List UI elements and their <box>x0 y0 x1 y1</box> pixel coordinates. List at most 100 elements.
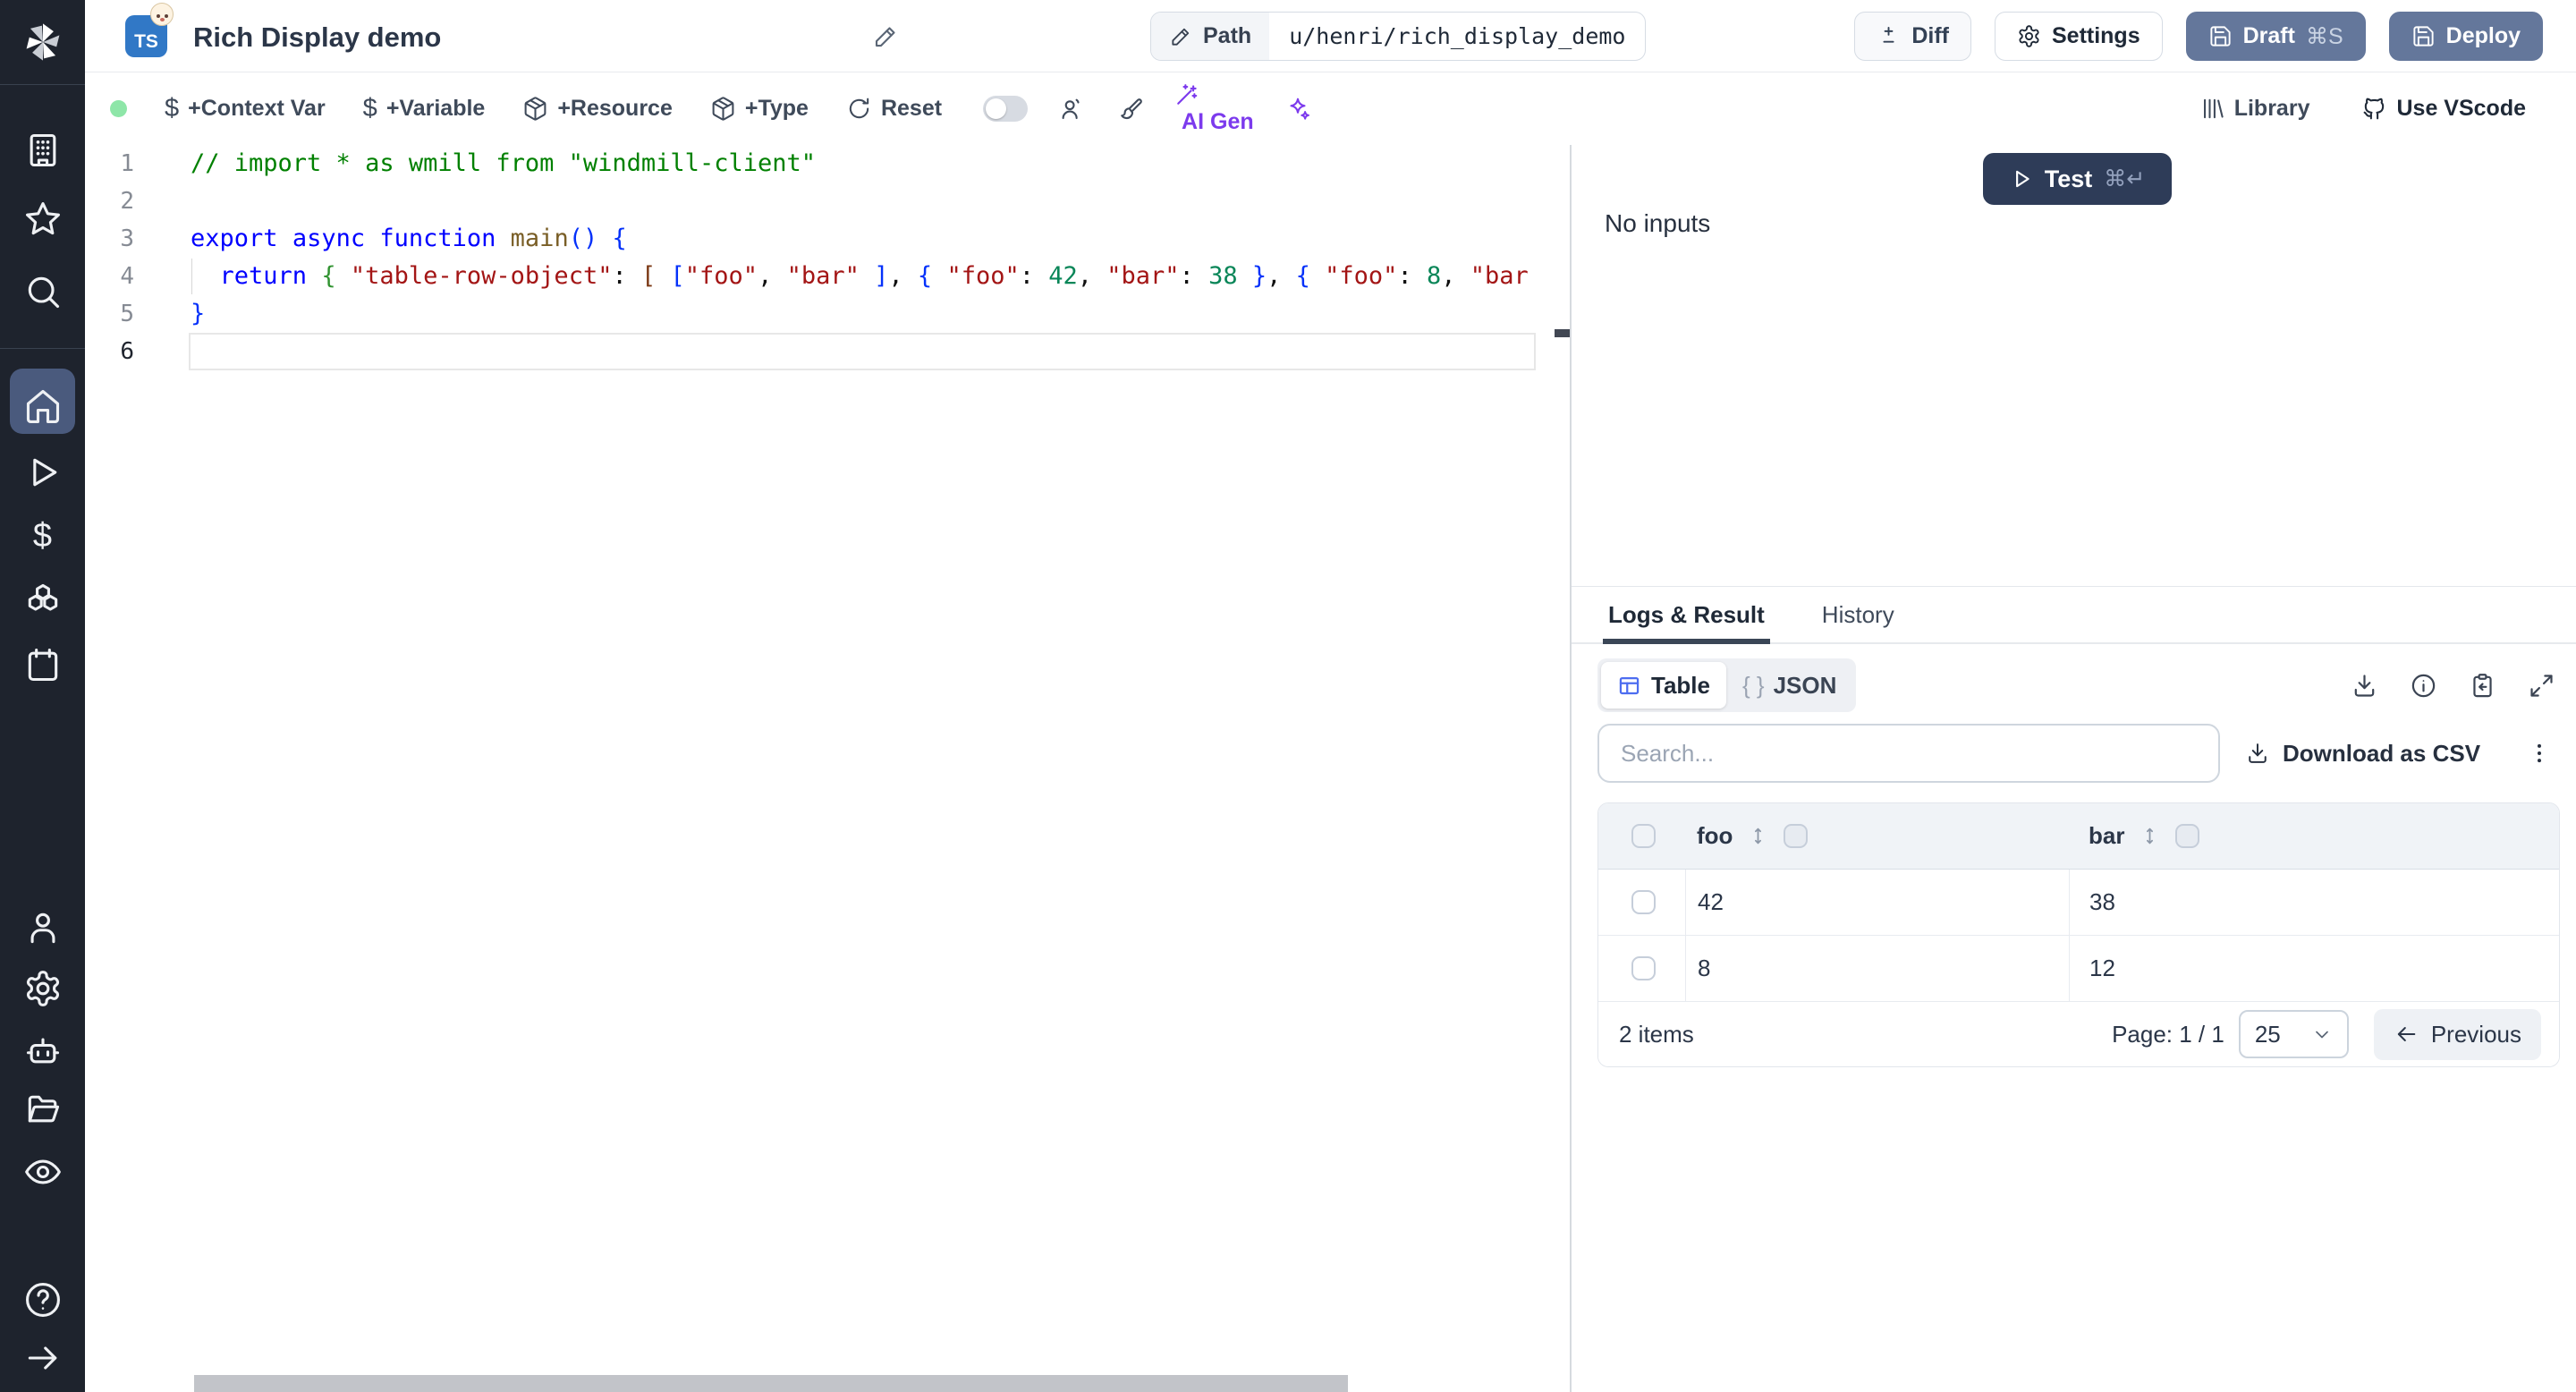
dollar-icon: $ <box>165 94 179 123</box>
context-var-label: +Context Var <box>188 96 326 122</box>
sidebar-item-home[interactable] <box>0 381 85 431</box>
kebab-icon <box>2526 740 2553 767</box>
tab-history[interactable]: History <box>1822 587 1894 642</box>
table-row[interactable]: 42 38 <box>1598 870 2559 936</box>
horizontal-scrollbar[interactable] <box>194 1375 1348 1392</box>
path-widget[interactable]: Path u/henri/rich_display_demo <box>1150 12 1646 61</box>
sidebar-item-audit-logs[interactable] <box>0 1147 85 1197</box>
dollar-icon: $ <box>363 94 377 123</box>
view-table-button[interactable]: Table <box>1601 662 1726 709</box>
diff-mode-toggle[interactable] <box>983 96 1028 122</box>
test-label: Test <box>2045 166 2093 193</box>
format-button[interactable] <box>1115 96 1142 123</box>
diff-button[interactable]: Diff <box>1854 12 1971 61</box>
help-circle-icon <box>23 1280 63 1320</box>
gear-icon <box>2017 24 2041 48</box>
table-row[interactable]: 8 12 <box>1598 936 2559 1002</box>
add-resource-button[interactable]: +Resource <box>522 96 673 122</box>
select-all-checkbox[interactable] <box>1631 824 1656 848</box>
sidebar-item-settings[interactable] <box>0 963 85 1014</box>
package-icon <box>522 96 548 122</box>
collaborators-button[interactable] <box>1058 96 1085 123</box>
sidebar-item-resources[interactable] <box>0 575 85 625</box>
sidebar: $ <box>0 0 85 1392</box>
maximize-icon <box>2528 672 2555 700</box>
draft-label: Draft <box>2243 23 2295 49</box>
draft-button[interactable]: Draft ⌘S <box>2186 12 2366 61</box>
save-icon <box>2208 24 2233 48</box>
variable-label: +Variable <box>386 96 486 122</box>
arrow-right-icon <box>23 1338 63 1378</box>
windmill-logo[interactable] <box>0 0 85 85</box>
add-variable-button[interactable]: $ +Variable <box>363 94 486 123</box>
column-header-foo[interactable]: foo <box>1697 822 1733 850</box>
reset-label: Reset <box>881 96 942 122</box>
tab-logs-result[interactable]: Logs & Result <box>1608 587 1765 642</box>
building-icon <box>23 131 63 170</box>
sidebar-expand[interactable] <box>0 1333 85 1383</box>
editor-toolbar: $ +Context Var $ +Variable +Resource +Ty… <box>85 72 2576 145</box>
paintbrush-icon <box>1115 96 1142 123</box>
deploy-button[interactable]: Deploy <box>2389 12 2543 61</box>
add-context-var-button[interactable]: $ +Context Var <box>165 94 326 123</box>
save-icon <box>2411 24 2436 48</box>
column-header-bar[interactable]: bar <box>2089 822 2124 850</box>
vscode-label: Use VScode <box>2396 96 2526 122</box>
table-menu-button[interactable] <box>2526 740 2553 767</box>
sidebar-item-users[interactable] <box>0 903 85 953</box>
result-table: foo bar <box>1597 802 2560 1067</box>
edit-title-button[interactable] <box>872 23 899 50</box>
download-result-button[interactable] <box>2346 672 2383 700</box>
cell-bar: 38 <box>2089 888 2115 916</box>
type-label: +Type <box>745 96 809 122</box>
expand-result-button[interactable] <box>2523 672 2560 700</box>
library-button[interactable]: Library <box>2199 96 2310 122</box>
items-count: 2 items <box>1619 1021 1694 1048</box>
previous-page-button[interactable]: Previous <box>2374 1009 2541 1060</box>
page-size-select[interactable]: 25 <box>2239 1010 2349 1058</box>
view-json-label: JSON <box>1774 672 1837 700</box>
sidebar-item-help[interactable] <box>0 1275 85 1325</box>
column-foo-checkbox[interactable] <box>1784 824 1808 848</box>
result-info-button[interactable] <box>2405 672 2442 700</box>
page-indicator: Page: 1 / 1 <box>2112 1021 2224 1048</box>
view-json-button[interactable]: { } JSON <box>1726 672 1852 700</box>
result-view-toolbar: Table { } JSON <box>1597 658 2560 713</box>
sidebar-item-runs[interactable] <box>0 447 85 497</box>
copy-result-button[interactable] <box>2464 672 2501 700</box>
use-vscode-button[interactable]: Use VScode <box>2361 96 2526 122</box>
package-icon <box>710 96 736 122</box>
sidebar-item-workspace[interactable] <box>0 125 85 175</box>
sidebar-item-variables[interactable]: $ <box>0 511 85 561</box>
add-type-button[interactable]: +Type <box>710 96 809 122</box>
search-input[interactable] <box>1597 724 2220 783</box>
sort-bar-button[interactable] <box>2139 825 2161 847</box>
sidebar-item-schedules[interactable] <box>0 640 85 690</box>
settings-button[interactable]: Settings <box>1995 12 2163 61</box>
result-tabbar: Logs & Result History <box>1572 587 2576 644</box>
ai-gen-button[interactable]: AI Gen <box>1173 82 1254 135</box>
view-switcher: Table { } JSON <box>1597 658 1856 712</box>
sidebar-item-workers[interactable] <box>0 1025 85 1075</box>
ai-sparkles-button[interactable] <box>1284 96 1311 123</box>
sidebar-item-search[interactable] <box>0 267 85 317</box>
code-lines: 1// import * as wmill from "windmill-cli… <box>85 145 1570 370</box>
gear-icon <box>23 969 63 1008</box>
sort-foo-button[interactable] <box>1747 825 1769 847</box>
download-csv-button[interactable]: Download as CSV <box>2245 740 2480 768</box>
path-label: Path <box>1203 23 1251 49</box>
sidebar-item-folders[interactable] <box>0 1084 85 1134</box>
row-checkbox[interactable] <box>1631 890 1656 914</box>
table-footer: 2 items Page: 1 / 1 25 Previous <box>1598 1002 2559 1066</box>
reset-button[interactable]: Reset <box>846 96 942 122</box>
download-icon <box>2351 672 2378 700</box>
sidebar-item-favorites[interactable] <box>0 194 85 244</box>
sparkles-icon <box>1284 96 1311 123</box>
github-icon <box>2361 96 2387 122</box>
code-editor[interactable]: 1// import * as wmill from "windmill-cli… <box>85 145 1570 1392</box>
table-icon <box>1617 674 1641 698</box>
row-checkbox[interactable] <box>1631 956 1656 980</box>
ai-gen-label: AI Gen <box>1182 109 1254 135</box>
column-bar-checkbox[interactable] <box>2175 824 2199 848</box>
test-button[interactable]: Test ⌘↵ <box>1983 153 2172 205</box>
